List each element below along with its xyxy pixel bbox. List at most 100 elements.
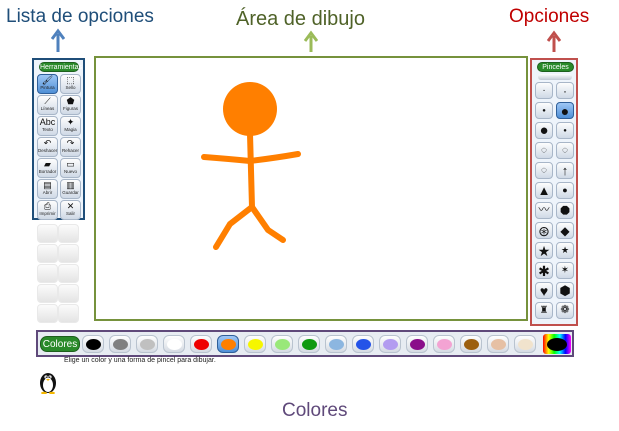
tux-penguin-icon [40, 373, 56, 394]
color-swatch-white[interactable] [163, 335, 185, 353]
text-icon: Abc [39, 117, 56, 127]
tool-rehacer[interactable]: ↷ Rehacer [60, 137, 81, 157]
tool-label: Abrir [42, 190, 53, 195]
asterisk-brush-icon[interactable]: ✱ [535, 262, 553, 279]
brushes-title: Pinceles [537, 62, 574, 72]
color-swatch-green[interactable] [298, 335, 320, 353]
sparkle-brush-icon[interactable]: ✶ [556, 262, 574, 279]
undo-icon: ↶ [43, 138, 52, 148]
color-dot [383, 339, 398, 350]
color-swatch-blue[interactable] [352, 335, 374, 353]
color-swatch-lavender[interactable] [379, 335, 401, 353]
color-picker-icon [547, 338, 567, 351]
color-swatch-pink[interactable] [433, 335, 455, 353]
color-dot [86, 339, 101, 350]
color-dot [329, 339, 344, 350]
annotation-drawing-area: Área de dibujo [236, 8, 365, 30]
tool-borrador[interactable]: ▰ Borrador [37, 158, 58, 178]
print-icon: ⎙ [43, 201, 52, 211]
stamp-icon: ⬚ [66, 75, 75, 85]
color-swatch-dark-gray[interactable] [109, 335, 131, 353]
canvas-surface[interactable] [100, 62, 522, 315]
octagon-brush-icon[interactable]: ⯃ [556, 202, 574, 219]
star-brush-icon[interactable]: ★ [535, 242, 553, 259]
heart-brush-icon[interactable]: ♥ [535, 282, 553, 299]
color-dot [194, 339, 209, 350]
tool-nuevo[interactable]: ▭ Nuevo [60, 158, 81, 178]
tool-label: Imprimir [39, 211, 56, 216]
redo-icon: ↷ [66, 138, 75, 148]
color-dot [167, 339, 182, 350]
scroll-up-button[interactable] [538, 74, 572, 80]
large-dot-brush-icon[interactable]: ● [556, 102, 574, 119]
tool-deshacer[interactable]: ↶ Deshacer [37, 137, 58, 157]
tool-magia[interactable]: ✦ Magia [60, 116, 81, 136]
tool-label: Deshacer [38, 148, 58, 153]
color-swatch-yellow[interactable] [244, 335, 266, 353]
tool-label: Salir [65, 211, 75, 216]
blur-brush-icon[interactable]: ◌ [535, 142, 553, 159]
small-star-brush-icon[interactable]: ★ [556, 242, 574, 259]
color-picker-button[interactable] [543, 334, 571, 354]
tiny-dot-brush-icon[interactable]: · [535, 82, 553, 99]
color-swatch-sky-blue[interactable] [325, 335, 347, 353]
lines-icon: ⟋ [44, 96, 51, 106]
tool-salir[interactable]: ✕ Salir [60, 200, 81, 220]
blur-brush-icon[interactable]: ◌ [556, 142, 574, 159]
color-dot [518, 339, 533, 350]
tool-guardar[interactable]: ▥ Guardar [60, 179, 81, 199]
colors-panel: Colores [36, 330, 574, 357]
figure-brush-icon[interactable]: ♜ [535, 302, 553, 319]
color-dot [464, 339, 479, 350]
color-swatch-orange[interactable] [217, 335, 239, 353]
color-dot [437, 339, 452, 350]
tiny-dot-brush-icon[interactable]: · [556, 82, 574, 99]
tool-label: Sello [65, 85, 76, 90]
tool-imprimir[interactable]: ⎙ Imprimir [37, 200, 58, 220]
flower-brush-icon[interactable]: ❁ [556, 302, 574, 319]
wave-brush-icon[interactable]: 〰 [535, 202, 553, 219]
tool-label: Figuras [62, 106, 78, 111]
options-panel: Pinceles · · ● ● ● ● ◌ ◌ ◌ ↑ ▲ ● 〰 ⯃ ⊛ ◆ ★ ★ ✱ ✶ ♥ ⬢ ♜ ❁ [530, 58, 578, 326]
tool-label: Guardar [62, 190, 79, 195]
annotation-colors: Colores [282, 400, 348, 421]
triangle-brush-icon[interactable]: ▲ [535, 182, 553, 199]
tool-label: Borrador [38, 169, 57, 174]
tool-figuras[interactable]: ⬟ Figuras [60, 95, 81, 115]
arrow-up-brush-icon[interactable]: ↑ [556, 162, 574, 179]
blur-brush-icon[interactable]: ◌ [535, 162, 553, 179]
color-swatch-purple[interactable] [406, 335, 428, 353]
color-swatch-black[interactable] [82, 335, 104, 353]
big-dot-brush-icon[interactable]: ● [535, 122, 553, 139]
tool-label: Líneas [40, 106, 55, 111]
tool-líneas[interactable]: ⟋ Líneas [37, 95, 58, 115]
open-icon: ▤ [43, 180, 52, 190]
color-dot [410, 339, 425, 350]
color-dot [275, 339, 290, 350]
hexagon-brush-icon[interactable]: ⬢ [556, 282, 574, 299]
ring-brush-icon[interactable]: ⊛ [535, 222, 553, 239]
tool-pintura[interactable]: 🖌 Pintura [37, 74, 58, 94]
dot-brush-icon[interactable]: ● [556, 182, 574, 199]
color-swatch-brown[interactable] [460, 335, 482, 353]
tool-abrir[interactable]: ▤ Abrir [37, 179, 58, 199]
color-dot [248, 339, 263, 350]
color-dot [221, 339, 236, 350]
drawing-area[interactable] [94, 56, 528, 321]
tool-label: Rehacer [61, 148, 79, 153]
tools-title: Herramientas [39, 62, 83, 72]
tool-sello[interactable]: ⬚ Sello [60, 74, 81, 94]
color-swatch-tan[interactable] [487, 335, 509, 353]
annotation-options: Opciones [509, 6, 590, 27]
color-swatch-light-gray[interactable] [136, 335, 158, 353]
tool-texto[interactable]: Abc Texto [37, 116, 58, 136]
diamond-brush-icon[interactable]: ◆ [556, 222, 574, 239]
stick-figure-drawing [201, 82, 301, 250]
fuzzy-dot-brush-icon[interactable]: ● [556, 122, 574, 139]
save-icon: ▥ [66, 180, 75, 190]
new-page-icon: ▭ [66, 159, 75, 169]
color-swatch-light-green[interactable] [271, 335, 293, 353]
color-swatch-beige[interactable] [514, 335, 536, 353]
small-dot-brush-icon[interactable]: ● [535, 102, 553, 119]
color-swatch-red[interactable] [190, 335, 212, 353]
